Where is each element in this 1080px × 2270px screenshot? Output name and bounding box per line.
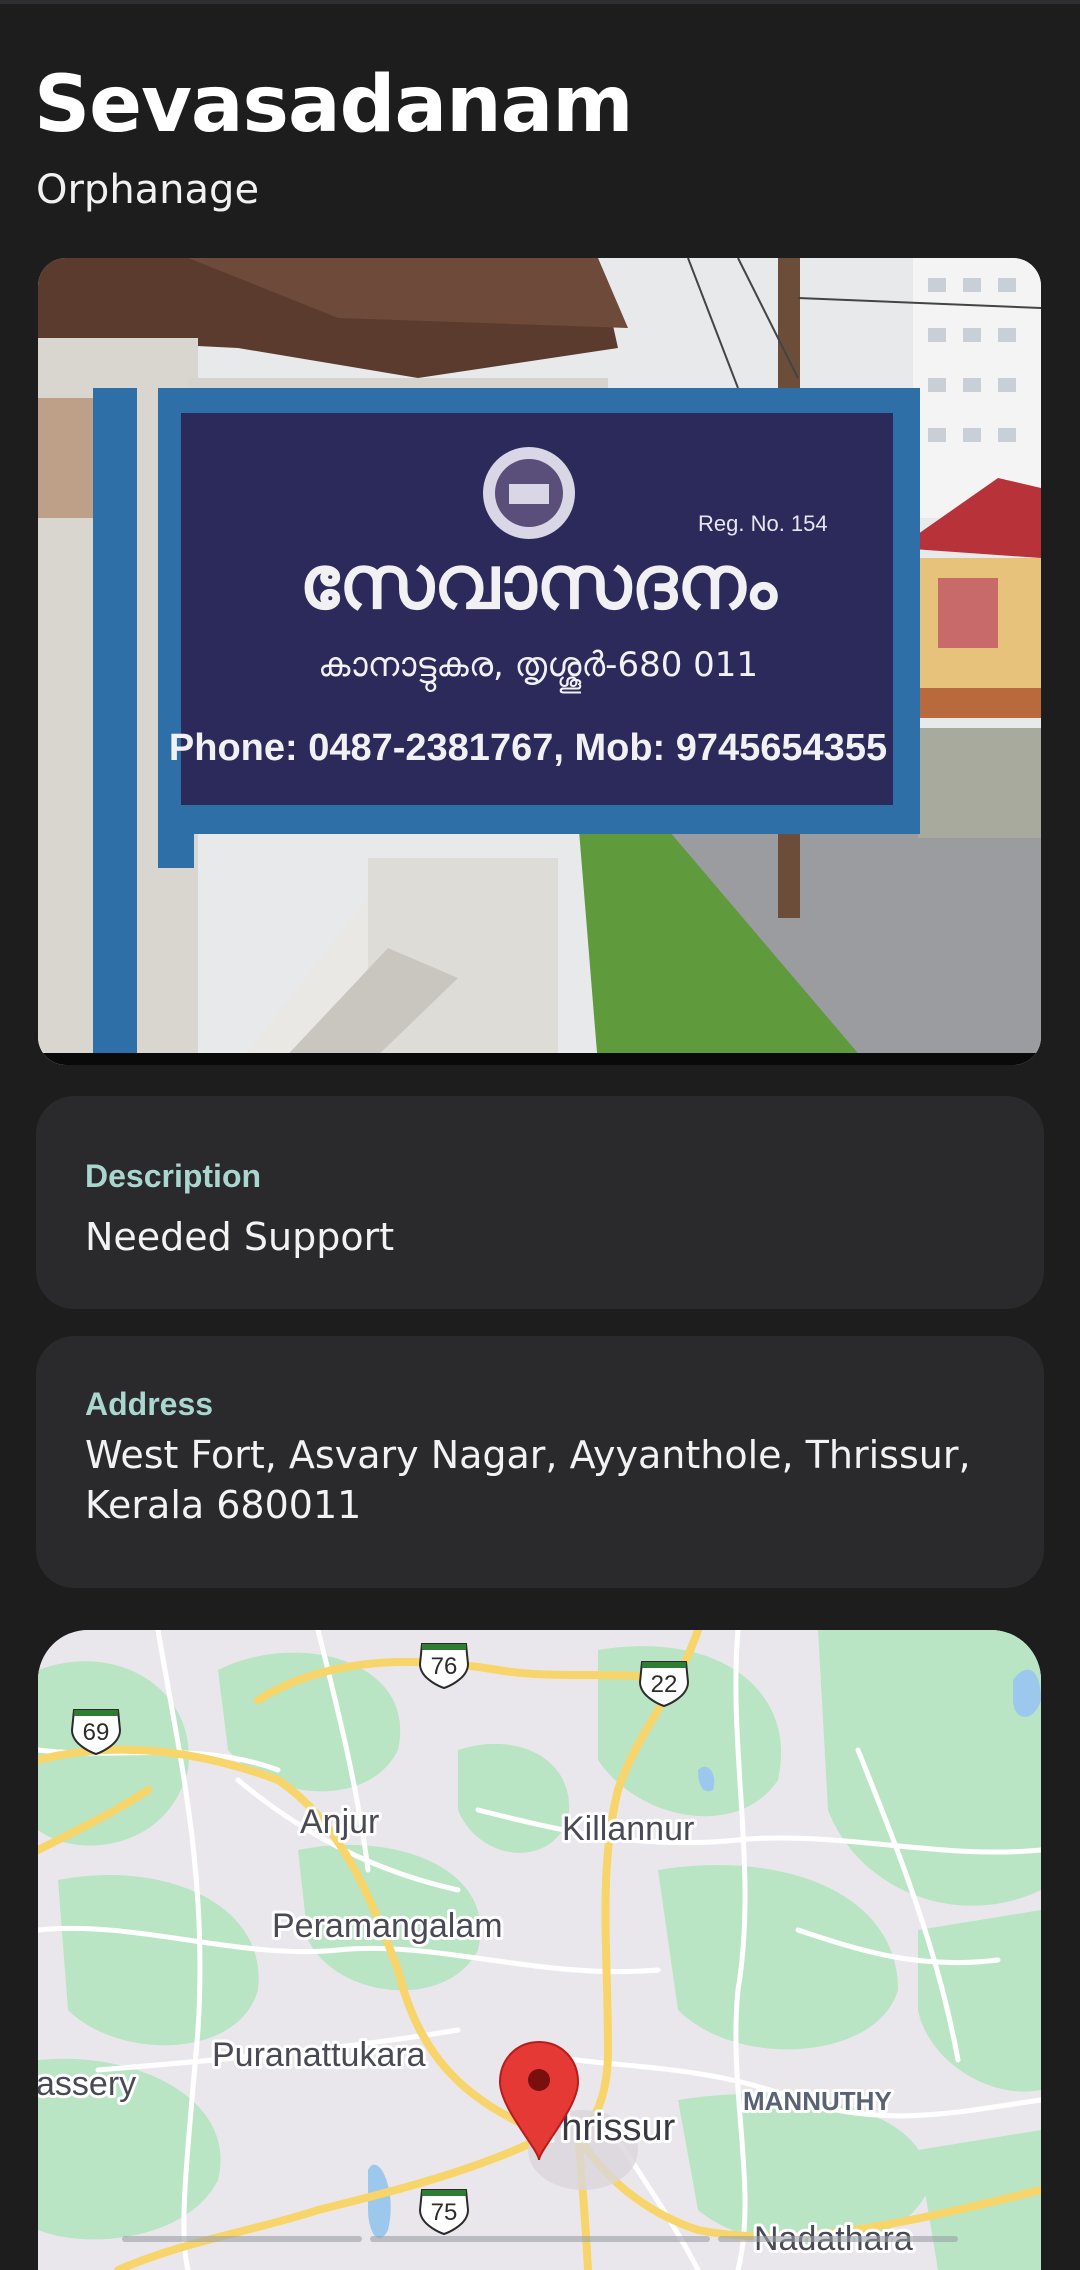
map-label-puranattukara: Puranattukara [212, 2036, 426, 2074]
address-label: Address [85, 1386, 214, 1422]
map-label-mannuthy: MANNUTHY [743, 2086, 892, 2116]
status-bar-divider [0, 0, 1080, 4]
page-subtitle: Orphanage [36, 167, 260, 213]
svg-text:Phone: 0487-2381767, Mob: 9745: Phone: 0487-2381767, Mob: 9745654355 [169, 727, 887, 769]
svg-text:22: 22 [651, 1671, 678, 1698]
address-card: Address West Fort, Asvary Nagar, Ayyanth… [36, 1336, 1044, 1588]
svg-text:സേവാസദനം: സേവാസദനം [299, 540, 778, 626]
map-label-peramangalam: Peramangalam [272, 1907, 503, 1945]
map-label-anjur: Anjur [300, 1803, 379, 1841]
description-value: Needed Support [85, 1215, 395, 1259]
description-label: Description [85, 1158, 262, 1194]
svg-text:76: 76 [431, 1653, 458, 1680]
svg-text:69: 69 [83, 1719, 110, 1746]
orphanage-photo[interactable]: Reg. No. 154 സേവാസദനം കാനാട്ടുകര, തൃശ്ശൂ… [38, 258, 1041, 1065]
svg-text:75: 75 [431, 2199, 458, 2226]
address-value: West Fort, Asvary Nagar, Ayyanthole, Thr… [85, 1433, 971, 1527]
map-label-killannur: Killannur [562, 1810, 694, 1848]
svg-text:Reg. No. 154: Reg. No. 154 [698, 511, 828, 536]
description-card: Description Needed Support [36, 1096, 1044, 1309]
page-title: Sevasadanam [34, 60, 634, 150]
location-map[interactable]: 76 22 69 75 Anjur Killannur Peramangalam… [38, 1630, 1041, 2270]
map-label-assery: assery [38, 2065, 136, 2103]
